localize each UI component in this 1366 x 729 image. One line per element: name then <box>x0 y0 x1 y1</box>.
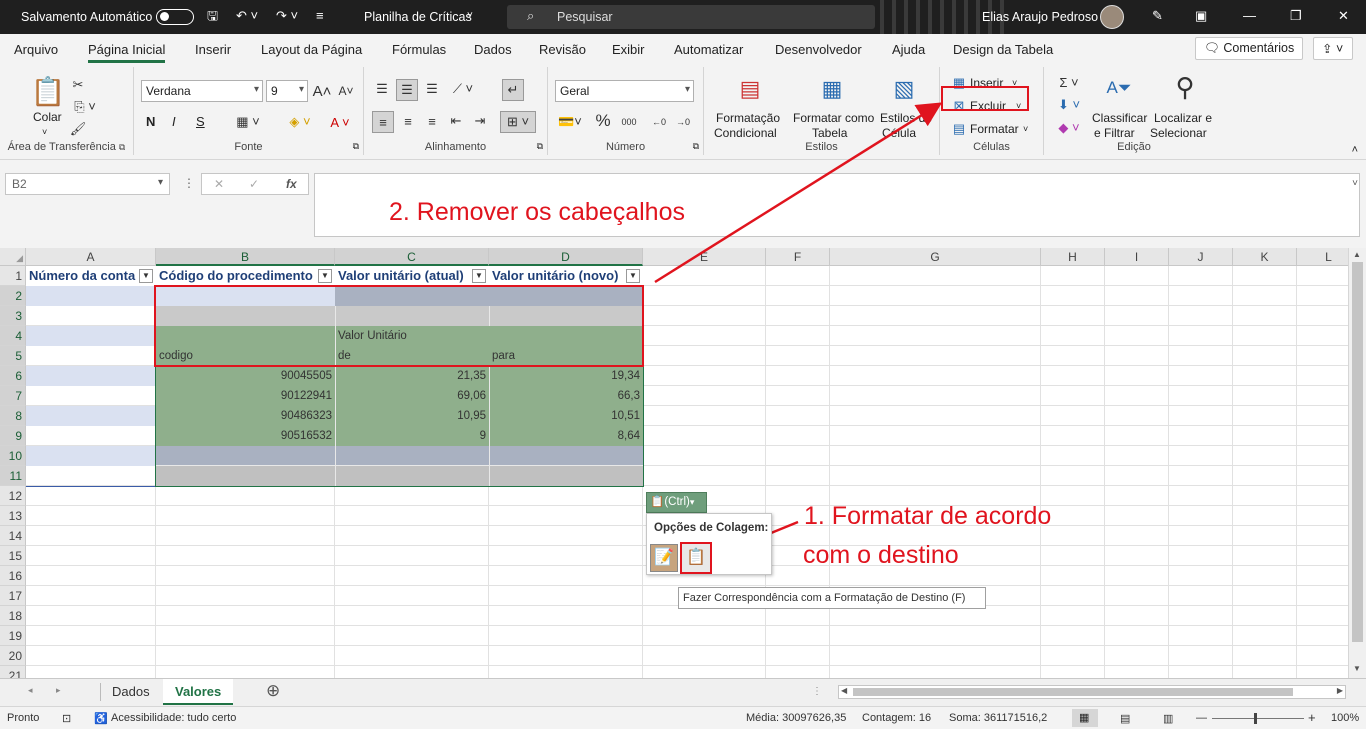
keep-source-formatting-icon[interactable]: 📝 <box>650 544 678 572</box>
status-bar: Pronto ⊡ ♿ Acessibilidade: tudo certo Mé… <box>0 706 1366 729</box>
add-sheet-icon[interactable]: ⊕ <box>266 681 280 701</box>
paste-options-popup: Opções de Colagem: 📝 📋 <box>646 513 772 575</box>
zoom-level[interactable]: 100% <box>1331 712 1359 724</box>
annotation-arrows <box>654 102 943 556</box>
sheet-tab-dados[interactable]: Dados <box>100 679 162 705</box>
clipboard-icon: 📋 <box>650 496 665 508</box>
scroll-thumb[interactable] <box>853 688 1293 696</box>
accessibility-icon[interactable]: ♿ <box>94 712 108 725</box>
zoom-in-icon[interactable]: + <box>1308 710 1316 725</box>
normal-view-icon[interactable]: ▦ <box>1072 709 1098 727</box>
zoom-slider-thumb[interactable] <box>1254 713 1257 724</box>
prev-sheet-icon[interactable]: ◂ <box>28 685 33 696</box>
zoom-slider[interactable] <box>1212 718 1304 719</box>
status-count: Contagem: 16 <box>862 712 932 724</box>
paste-tooltip: Fazer Correspondência com a Formatação d… <box>678 587 986 609</box>
chevron-down-icon: ▾ <box>689 497 695 507</box>
match-destination-formatting-icon[interactable]: 📋 <box>680 542 712 574</box>
arrow-to-excluir <box>654 102 943 284</box>
paste-options-title: Opções de Colagem: <box>654 522 769 534</box>
paste-options-button[interactable]: 📋(Ctrl)▾ <box>646 492 707 513</box>
page-break-icon[interactable]: ▥ <box>1163 712 1173 725</box>
scroll-thumb[interactable] <box>1352 262 1363 642</box>
zoom-out-icon[interactable]: — <box>1196 712 1207 724</box>
macro-icon[interactable]: ⊡ <box>62 712 71 725</box>
sheet-tab-valores[interactable]: Valores <box>163 679 234 705</box>
scroll-down-icon[interactable]: ▼ <box>1353 664 1361 673</box>
status-ready: Pronto <box>7 712 40 724</box>
status-sum: Soma: 361171516,2 <box>949 712 1048 724</box>
scroll-up-icon[interactable]: ▲ <box>1353 250 1361 259</box>
vertical-scrollbar[interactable]: ▲ ▼ <box>1348 248 1366 678</box>
scroll-right-icon[interactable]: ▶ <box>1337 686 1343 695</box>
accessibility-status[interactable]: Acessibilidade: tudo certo <box>111 712 236 724</box>
horizontal-scrollbar[interactable]: ◀ ▶ <box>838 685 1346 699</box>
more-icon: ⋮ <box>812 686 822 697</box>
sheet-tabs-bar: ◂ ▸ Dados Valores ⊕ ⋮ ◀ ▶ <box>0 678 1366 706</box>
page-layout-icon[interactable]: ▤ <box>1120 712 1130 725</box>
next-sheet-icon[interactable]: ▸ <box>56 685 61 696</box>
status-average: Média: 30097626,35 <box>746 712 847 724</box>
annotation-step-1-line-1: 1. Formatar de acordo <box>804 502 1052 530</box>
annotation-step-1-line-2: com o destino <box>803 541 959 569</box>
scroll-left-icon[interactable]: ◀ <box>841 686 847 695</box>
